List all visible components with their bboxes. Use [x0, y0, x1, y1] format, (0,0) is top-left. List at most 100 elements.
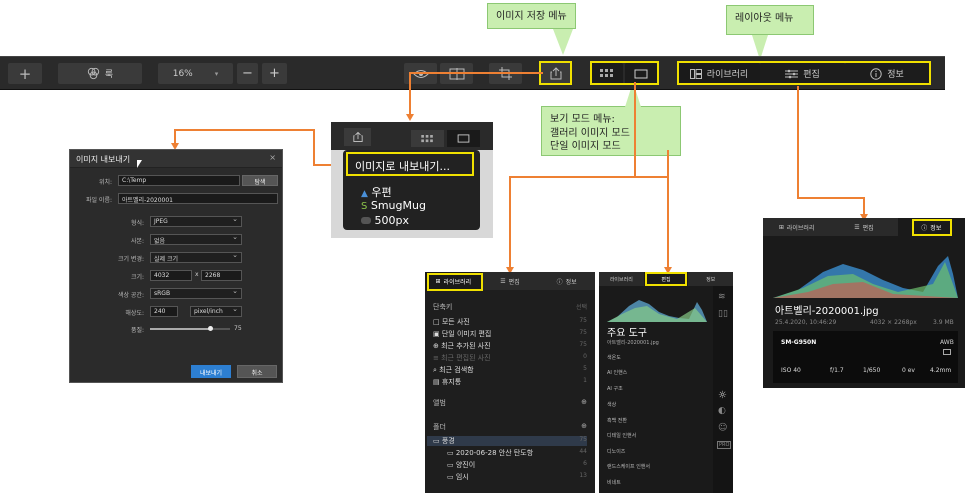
- tool-item[interactable]: 비네트: [607, 479, 621, 486]
- view-mode-callout-line-2: 갤러리 이미지 모드: [550, 127, 630, 139]
- tab-edit-label: 편집: [508, 278, 520, 286]
- plus-icon: +: [18, 64, 32, 83]
- pro-icon[interactable]: PRO: [717, 441, 732, 449]
- connector: [667, 150, 669, 270]
- palette-icon[interactable]: ◐: [718, 406, 726, 416]
- location-label: 위치:: [98, 179, 112, 186]
- tab-info[interactable]: 정보: [688, 272, 733, 286]
- shortcut-recent-edited[interactable]: ≡ 최근 편집된 사진 0: [433, 353, 587, 363]
- resolution-field[interactable]: 240: [150, 306, 178, 317]
- location-field[interactable]: C:\Temp: [118, 175, 240, 186]
- browse-button[interactable]: 탐색: [242, 175, 278, 186]
- compare-icon[interactable]: ▯▯: [718, 309, 728, 319]
- camera-model: SM-G950N: [781, 339, 817, 346]
- close-icon[interactable]: ×: [269, 153, 276, 162]
- sun-icon[interactable]: ☼: [718, 390, 727, 401]
- add-button[interactable]: +: [8, 63, 42, 84]
- tool-item[interactable]: 색온도: [607, 354, 621, 361]
- folder-label: 풍경: [441, 437, 455, 445]
- export-confirm-button[interactable]: 내보내기: [191, 365, 231, 378]
- mouse-cursor-icon: [137, 160, 142, 168]
- shortcut-label: 휴지통: [441, 378, 462, 386]
- folder-item[interactable]: ▭ 풍경 75: [427, 436, 587, 446]
- add-album-icon[interactable]: ⊕: [581, 398, 587, 408]
- shortcut-trash[interactable]: ▤ 휴지통 1: [433, 377, 587, 387]
- filename-label: 파일 이름:: [85, 197, 112, 204]
- flash-icon: [943, 349, 951, 355]
- tab-info-label: 정보: [565, 278, 577, 286]
- metadata-label: 사본:: [130, 238, 144, 245]
- colorspace-select[interactable]: sRGB: [150, 288, 242, 299]
- folders-header: 폴더 ⊕: [433, 422, 587, 432]
- 500px-icon: [361, 217, 371, 224]
- metadata-select[interactable]: 없음: [150, 234, 242, 245]
- edit-panel: 라이브러리 편집 정보 주요 도구 아트벨리-2020001.jpg 색온도 A…: [599, 272, 733, 493]
- connector: [473, 72, 543, 74]
- shortcut-recent-added[interactable]: ⊕ 최근 추가된 사진 75: [433, 341, 587, 351]
- shortcut-single-edit[interactable]: ▣ 단일 이미지 편집 75: [433, 329, 587, 339]
- shortcut-recent-search[interactable]: ⌕ 최근 검색함 5: [433, 365, 587, 375]
- tab-library[interactable]: 라이브러리: [599, 272, 644, 286]
- format-select[interactable]: JPEG: [150, 216, 242, 227]
- tab-library[interactable]: ⊞ 라이브러리: [763, 218, 830, 236]
- export-menu-item-1[interactable]: S SmugMug: [361, 199, 426, 212]
- quality-value: 75: [234, 325, 242, 332]
- shortcut-label: 단일 이미지 편집: [441, 330, 492, 338]
- tab-info[interactable]: ⓘ 정보: [538, 272, 595, 290]
- tab-edit[interactable]: ☰ 편집: [830, 218, 897, 236]
- cancel-button[interactable]: 취소: [237, 365, 277, 378]
- filename-field[interactable]: 아트벨리-2020001: [118, 193, 278, 204]
- image-icon: ▣: [433, 330, 442, 338]
- face-icon[interactable]: ☺: [718, 423, 727, 433]
- quality-slider-handle[interactable]: [208, 326, 213, 331]
- resolution-unit-select[interactable]: pixel/inch: [190, 306, 242, 317]
- folder-item[interactable]: ▭ 2020-06-28 안산 탄도항 44: [447, 448, 587, 458]
- folder-label: 임시: [455, 473, 469, 481]
- tool-item[interactable]: 디노이즈: [607, 448, 625, 455]
- folder-item[interactable]: ▭ 임시 13: [447, 472, 587, 482]
- size-label: 크기:: [130, 274, 144, 281]
- quality-label: 품질:: [130, 327, 144, 334]
- zoom-select[interactable]: 16% ▾: [158, 63, 233, 84]
- exif-iso: ISO 40: [781, 367, 801, 374]
- zoom-in-button[interactable]: +: [262, 63, 287, 84]
- add-folder-icon[interactable]: ⊕: [581, 422, 587, 432]
- tool-item[interactable]: AI 인핸스: [607, 369, 627, 376]
- layers-icon[interactable]: ≋: [718, 292, 726, 302]
- mail-icon: ▲: [361, 189, 368, 199]
- export-menu-label-smugmug: SmugMug: [370, 199, 426, 212]
- popup-single-button[interactable]: [447, 130, 480, 147]
- width-field[interactable]: 4032: [150, 270, 192, 281]
- folder-item[interactable]: ▭ 양진이 6: [447, 460, 587, 470]
- connector: [409, 72, 411, 116]
- height-field[interactable]: 2268: [201, 270, 242, 281]
- zoom-out-button[interactable]: −: [237, 63, 258, 84]
- folder-label: 2020-06-28 안산 탄도항: [455, 449, 534, 457]
- select-link[interactable]: 선택: [576, 302, 587, 312]
- highlight-layout: [677, 61, 931, 85]
- export-menu-item-2[interactable]: 500px: [361, 214, 409, 227]
- tool-item[interactable]: AI 구조: [607, 385, 623, 392]
- popup-export-button[interactable]: [344, 128, 371, 146]
- albums-title: 앨범: [433, 399, 446, 407]
- exif-aperture: f/1.7: [830, 367, 844, 374]
- info-dimensions: 4032 × 2268px: [870, 319, 917, 326]
- tool-item[interactable]: 랜드스케이프 인핸서: [607, 463, 650, 470]
- shortcut-label: 최근 추가된 사진: [441, 342, 491, 350]
- tool-item[interactable]: 디테일 인핸서: [607, 432, 636, 439]
- shortcut-all-photos[interactable]: □ 모든 사진 75: [433, 317, 587, 327]
- albums-header: 앨범 ⊕: [433, 398, 587, 408]
- export-menu-header[interactable]: 이미지로 내보내기...: [346, 152, 474, 176]
- shortcut-count: 75: [579, 329, 587, 336]
- library-icon: ⊞: [778, 223, 784, 231]
- popup-gallery-button[interactable]: [411, 130, 444, 147]
- resize-select[interactable]: 실제 크기: [150, 252, 242, 263]
- export-menu-item-0[interactable]: ▲ 우편: [361, 184, 392, 200]
- zoom-value: 16%: [172, 68, 193, 79]
- tool-item[interactable]: 색상: [607, 401, 616, 408]
- looks-button[interactable]: 룩: [58, 63, 142, 84]
- shortcuts-title: 단축키: [433, 303, 453, 311]
- tab-edit[interactable]: ☰ 편집: [482, 272, 539, 290]
- quality-slider[interactable]: [150, 326, 230, 331]
- tool-item[interactable]: 흑백 전환: [607, 417, 627, 424]
